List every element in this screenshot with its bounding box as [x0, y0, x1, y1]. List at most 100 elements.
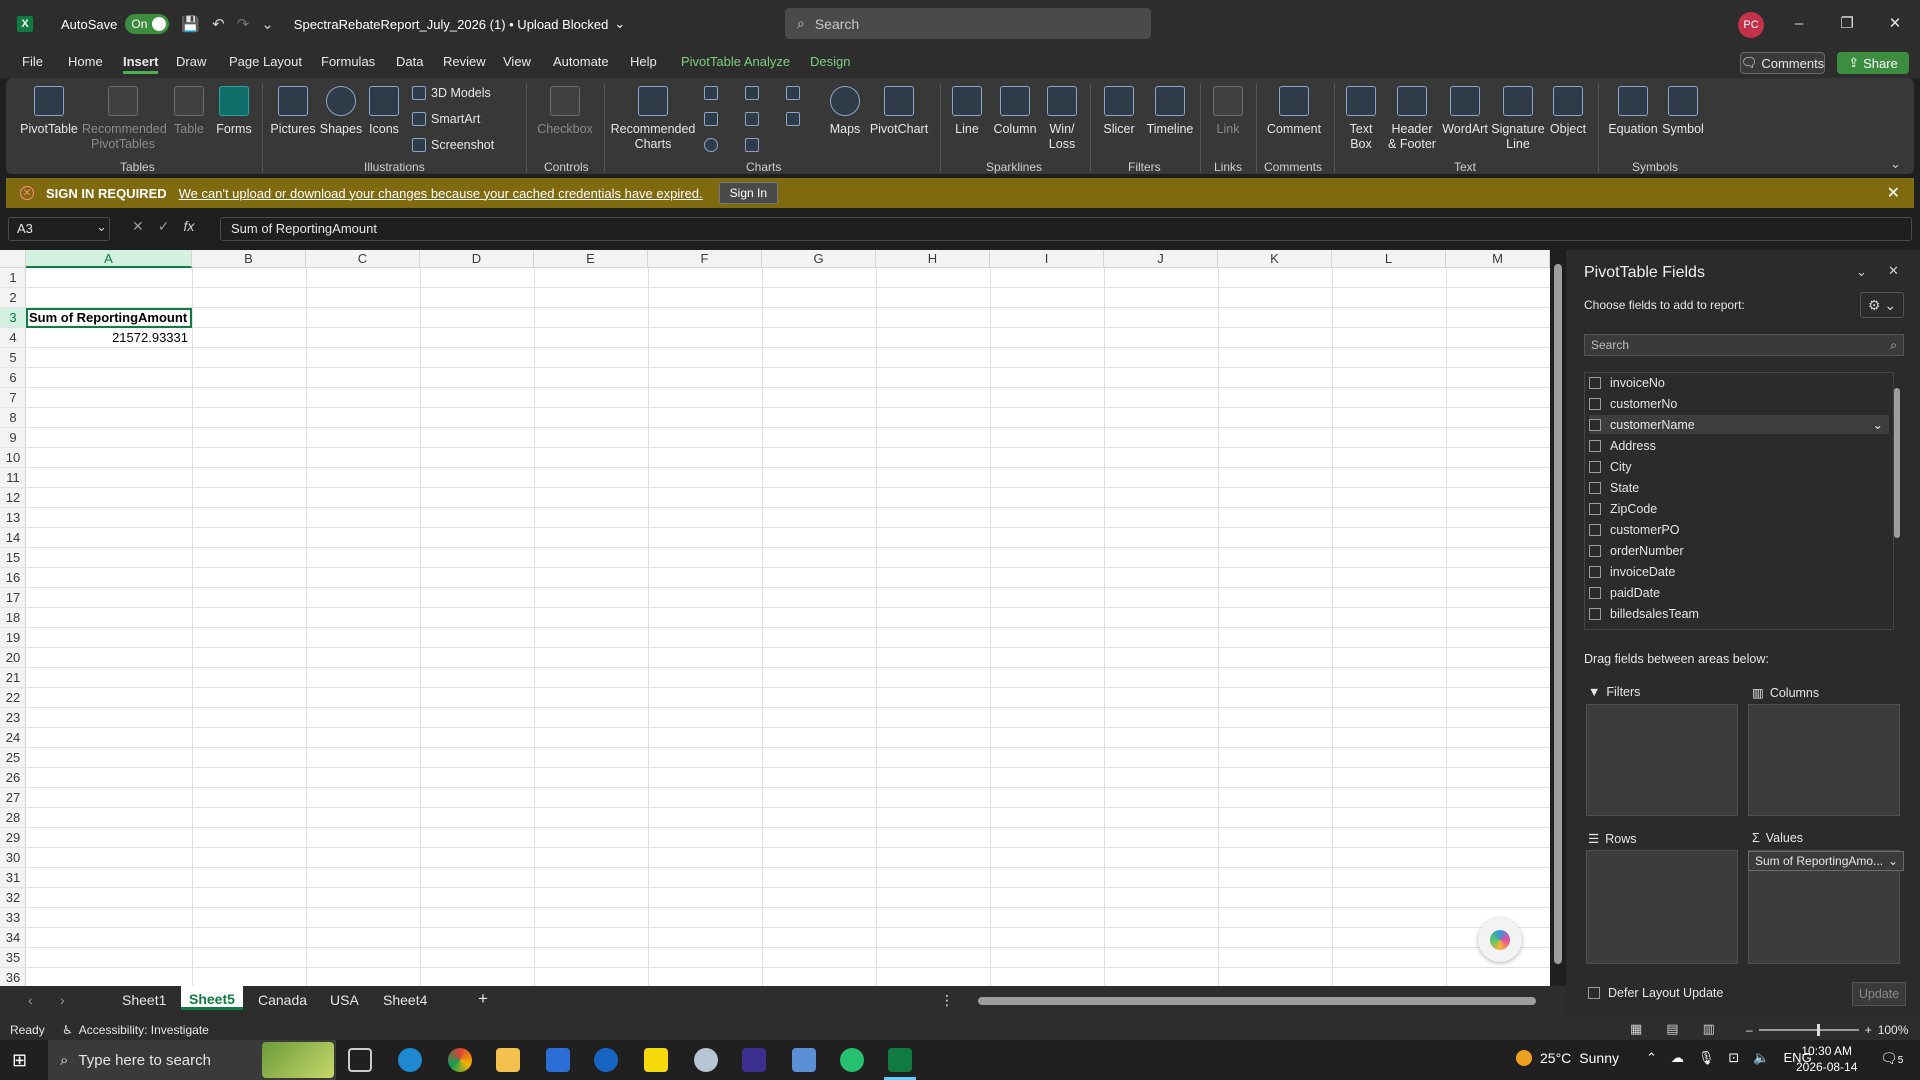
minimize-icon[interactable]: – [1786, 12, 1812, 36]
tab-data[interactable]: Data [396, 54, 423, 69]
field-item[interactable]: billedsalesTeam [1589, 604, 1889, 623]
update-button[interactable]: Update [1852, 982, 1906, 1006]
close-pane-icon[interactable]: ✕ [1888, 263, 1899, 279]
clock[interactable]: 10:30 AM 2026-08-14 [1796, 1043, 1857, 1075]
field-checkbox[interactable] [1589, 439, 1601, 452]
pictures-button[interactable]: Pictures [268, 86, 318, 137]
pivot-value-header-cell[interactable]: Sum of ReportingAmount [26, 308, 192, 328]
chevron-down-icon[interactable]: ⌄ [614, 16, 625, 32]
vertical-scrollbar[interactable] [1550, 250, 1566, 986]
scroll-right-icon[interactable]: › [60, 992, 65, 1008]
row-header[interactable]: 13 [0, 508, 26, 528]
field-item[interactable]: invoiceDate [1589, 562, 1889, 581]
chevron-down-icon[interactable]: ⌄ [1873, 417, 1883, 432]
zoom-level[interactable]: 100% [1878, 1023, 1909, 1037]
scroll-thumb[interactable] [1554, 264, 1562, 964]
tab-draw[interactable]: Draw [176, 54, 206, 69]
document-title[interactable]: SpectraRebateReport_July_2026 (1) • Uplo… [294, 17, 609, 32]
enter-icon[interactable]: ✓ [158, 218, 170, 235]
field-checkbox[interactable] [1589, 565, 1601, 578]
maps-button[interactable]: Maps [822, 86, 868, 137]
copilot-button[interactable] [1478, 918, 1522, 962]
row-header[interactable]: 6 [0, 368, 26, 388]
field-item[interactable]: Address [1589, 436, 1889, 455]
row-header[interactable]: 27 [0, 788, 26, 808]
network-icon[interactable]: ⊡ [1728, 1050, 1739, 1066]
gear-icon[interactable]: ⚙ ⌄ [1860, 292, 1904, 318]
row-header[interactable]: 15 [0, 548, 26, 568]
field-checkbox[interactable] [1589, 544, 1601, 557]
columns-drop-area[interactable] [1748, 704, 1900, 816]
row-header[interactable]: 1 [0, 268, 26, 288]
row-header[interactable]: 17 [0, 588, 26, 608]
chrome-icon[interactable] [448, 1048, 472, 1072]
column-header[interactable]: M [1446, 250, 1550, 268]
restore-icon[interactable]: ❐ [1834, 12, 1860, 36]
share-button[interactable]: ⇪ Share [1837, 52, 1909, 74]
row-header[interactable]: 26 [0, 768, 26, 788]
row-header[interactable]: 19 [0, 628, 26, 648]
row-header[interactable]: 2 [0, 288, 26, 308]
tab-page-layout[interactable]: Page Layout [229, 54, 302, 69]
sheet-tab[interactable]: Sheet4 [383, 992, 427, 1008]
row-header[interactable]: 32 [0, 888, 26, 908]
signin-message-link[interactable]: We can't upload or download your changes… [179, 186, 703, 201]
cancel-icon[interactable]: ✕ [132, 218, 144, 235]
pivottable-button[interactable]: PivotTable [20, 86, 78, 137]
row-header[interactable]: 18 [0, 608, 26, 628]
windows-start-icon[interactable]: ⊞ [12, 1050, 27, 1071]
tab-home[interactable]: Home [68, 54, 103, 69]
tab-design[interactable]: Design [810, 54, 850, 69]
sheet-tab[interactable]: Canada [258, 992, 307, 1008]
onedrive-icon[interactable]: ☁ [1671, 1050, 1684, 1066]
row-header[interactable]: 8 [0, 408, 26, 428]
row-header[interactable]: 36 [0, 968, 26, 988]
comments-button[interactable]: 🗨 Comments [1740, 52, 1825, 74]
rows-drop-area[interactable] [1586, 850, 1738, 964]
file-explorer-icon[interactable] [496, 1048, 520, 1072]
field-item[interactable]: ZipCode [1589, 499, 1889, 518]
shapes-button[interactable]: Shapes [318, 86, 364, 137]
tab-automate[interactable]: Automate [553, 54, 609, 69]
column-header[interactable]: A [26, 250, 192, 268]
collapse-ribbon-icon[interactable]: ⌄ [1890, 156, 1901, 172]
page-break-view-icon[interactable]: ▥ [1703, 1021, 1715, 1037]
zoom-slider[interactable] [1758, 1024, 1859, 1036]
snipping-tool-icon[interactable] [694, 1048, 718, 1072]
statistic-chart-icon[interactable] [745, 112, 759, 126]
sparkline-line-button[interactable]: Line [946, 86, 988, 137]
zoom-out-icon[interactable]: – [1746, 1023, 1753, 1037]
hierarchy-chart-icon[interactable] [745, 86, 759, 100]
screenshot-button[interactable]: Screenshot [412, 138, 494, 152]
chevron-up-icon[interactable]: ⌃ [1646, 1050, 1657, 1066]
tab-help[interactable]: Help [630, 54, 657, 69]
zoom-in-icon[interactable]: + [1865, 1023, 1872, 1037]
field-item[interactable]: customerName ⌄ [1589, 415, 1889, 434]
signature-line-button[interactable]: Signature Line [1490, 86, 1546, 152]
column-header[interactable]: L [1332, 250, 1446, 268]
sign-in-button[interactable]: Sign In [718, 182, 779, 204]
close-icon[interactable]: ✕ [1882, 12, 1908, 36]
accessibility-status[interactable]: ♿ Accessibility: Investigate [62, 1023, 209, 1037]
field-checkbox[interactable] [1589, 376, 1601, 389]
field-list-scrollbar[interactable] [1892, 374, 1902, 628]
worksheet-grid[interactable] [0, 250, 1550, 986]
column-header[interactable]: F [648, 250, 762, 268]
row-header[interactable]: 24 [0, 728, 26, 748]
field-item[interactable]: State [1589, 478, 1889, 497]
values-field-chip[interactable]: Sum of ReportingAmo... ⌄ [1748, 851, 1904, 871]
save-icon[interactable]: 💾 [181, 15, 200, 33]
3d-models-button[interactable]: 3D Models [412, 86, 491, 100]
edge-icon[interactable] [398, 1048, 422, 1072]
tab-review[interactable]: Review [443, 54, 486, 69]
sheet-tab[interactable]: Sheet1 [122, 992, 166, 1008]
row-header[interactable]: 34 [0, 928, 26, 948]
weather-widget[interactable]: 25°C Sunny [1516, 1050, 1619, 1066]
scatter-chart-icon[interactable] [745, 138, 759, 152]
scroll-thumb[interactable] [1894, 388, 1900, 538]
forms-button[interactable]: Forms [212, 86, 256, 137]
row-header[interactable]: 33 [0, 908, 26, 928]
column-header[interactable]: E [534, 250, 648, 268]
horizontal-scrollbar[interactable] [970, 996, 1550, 1006]
field-checkbox[interactable] [1589, 418, 1601, 431]
